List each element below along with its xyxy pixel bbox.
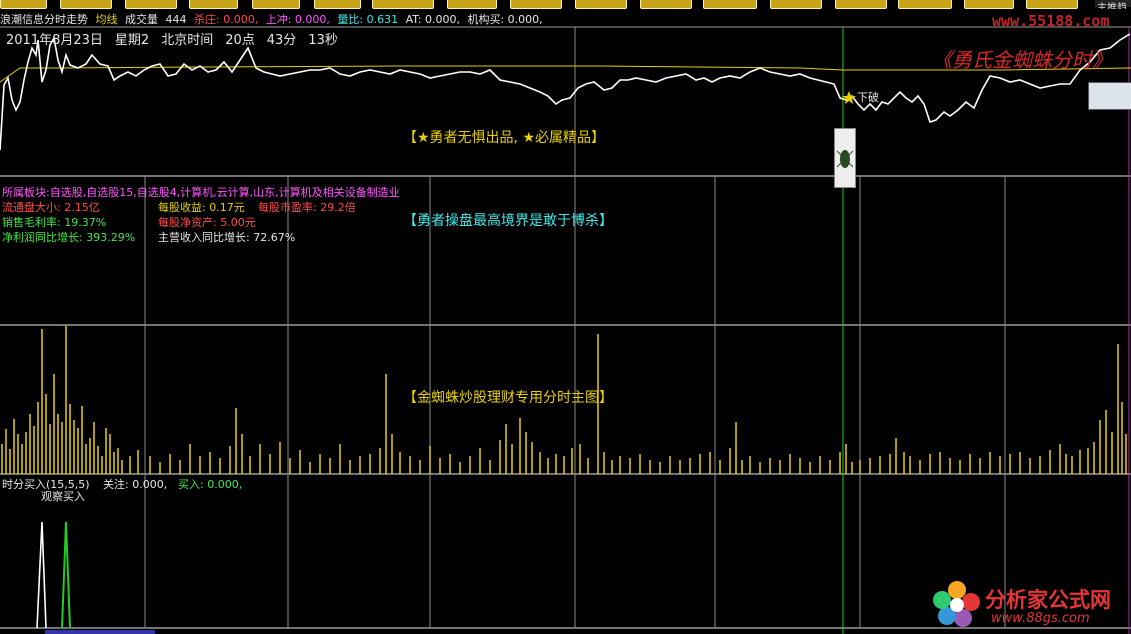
focus-value: 关注: 0.000, bbox=[103, 478, 168, 491]
flower-logo-icon bbox=[933, 581, 980, 627]
eps: 每股收益: 0.17元 bbox=[158, 201, 245, 214]
signal-star-icon bbox=[842, 91, 856, 104]
buy-spike bbox=[61, 521, 71, 629]
float-cap: 流通盘大小: 2.15亿 bbox=[2, 201, 100, 214]
book-value: 每股净资产: 5.00元 bbox=[158, 216, 256, 229]
datetime-readout: 2011年8月23日 星期2 北京时间 20点 43分 13秒 bbox=[6, 33, 338, 48]
brand-title: 《勇氏金蜘蛛分时》 bbox=[932, 48, 1112, 72]
net-profit-growth: 净利润同比增长: 393.29% bbox=[2, 231, 136, 244]
bottom-logo-text: 分析家公式网 bbox=[985, 588, 1111, 612]
gross-margin: 销售毛利率: 19.37% bbox=[2, 216, 107, 229]
pe-ratio: 每股市盈率: 29.2倍 bbox=[258, 201, 356, 214]
revenue-growth: 主营收入同比增长: 72.67% bbox=[158, 231, 296, 244]
sector-info: 所属板块:自选股,自选股15,自选股4,计算机,云计算,山东,计算机及相关设备制… bbox=[2, 186, 400, 199]
banner-volume: 【金蜘蛛炒股理财专用分时主图】 bbox=[403, 390, 613, 406]
buy-value: 买入: 0.000, bbox=[178, 478, 243, 491]
intraday-chart bbox=[0, 26, 1131, 634]
thumbnail-image bbox=[1088, 82, 1131, 110]
banner-top: 【★勇者无惧出品, ★必属精品】 bbox=[403, 130, 606, 146]
bottom-logo-url: www.88gs.com bbox=[991, 611, 1090, 626]
banner-middle: 【勇者操盘最高境界是敢于博杀】 bbox=[403, 213, 613, 229]
spider-logo-icon bbox=[834, 128, 856, 188]
signal-label: 下破 bbox=[857, 91, 879, 104]
observe-buy-label: 观察买入 bbox=[41, 490, 85, 503]
observe-buy-spike bbox=[36, 521, 47, 629]
site-watermark: www.55188.com bbox=[992, 12, 1110, 30]
